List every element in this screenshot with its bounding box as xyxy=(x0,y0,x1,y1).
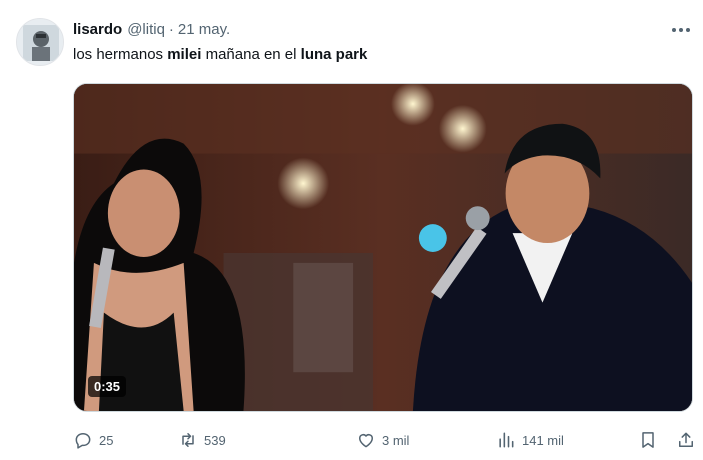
avatar[interactable] xyxy=(16,18,64,66)
more-horizontal-icon xyxy=(672,28,690,32)
retweet-count: 539 xyxy=(204,432,226,448)
tweet-text-bold: luna park xyxy=(300,46,368,63)
separator-dot: · xyxy=(168,20,174,38)
tweet-card[interactable]: lisardo @litiq · 21 may. los hermanos mi… xyxy=(0,0,703,460)
tweet-actions: 25 539 3 mil 141 mil xyxy=(73,428,697,452)
views-icon xyxy=(499,432,514,448)
share-icon xyxy=(679,432,693,447)
tweet-text: los hermanos milei mañana en el luna par… xyxy=(73,46,367,63)
more-button[interactable] xyxy=(669,20,693,40)
views-count: 141 mil xyxy=(522,432,564,448)
retweet-button[interactable]: 539 xyxy=(178,428,226,452)
tweet-text-part: los hermanos xyxy=(73,46,168,63)
like-count: 3 mil xyxy=(382,432,410,448)
bookmark-button[interactable] xyxy=(638,428,658,452)
tweet-header: lisardo @litiq · 21 may. xyxy=(73,18,230,40)
tweet-text-part: mañana en el xyxy=(201,46,301,63)
heart-icon xyxy=(359,434,373,448)
tweet-date[interactable]: 21 may. xyxy=(178,21,230,38)
views-button[interactable]: 141 mil xyxy=(496,428,564,452)
avatar-image xyxy=(17,19,63,65)
reply-button[interactable]: 25 xyxy=(73,428,113,452)
video-duration: 0:35 xyxy=(88,376,127,397)
retweet-icon xyxy=(182,433,194,447)
video-player[interactable]: 0:35 xyxy=(73,83,693,412)
reply-count: 25 xyxy=(99,432,114,448)
author-display-name[interactable]: lisardo xyxy=(73,21,122,38)
bookmark-icon xyxy=(642,432,654,448)
video-thumbnail xyxy=(74,84,692,411)
reply-icon xyxy=(75,433,91,449)
like-button[interactable]: 3 mil xyxy=(356,428,409,452)
tweet-text-bold: milei xyxy=(167,46,202,63)
share-button[interactable] xyxy=(676,428,696,452)
author-handle[interactable]: @litiq xyxy=(127,21,165,38)
